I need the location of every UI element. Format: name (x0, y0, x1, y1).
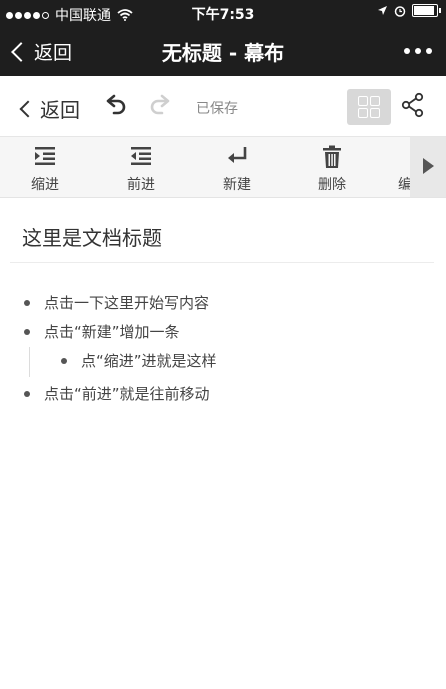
tool-label: 删除 (318, 177, 346, 193)
redo-icon[interactable] (146, 92, 174, 120)
bullet-icon (61, 357, 67, 364)
location-arrow-icon (378, 6, 387, 15)
edit-toolbar: 缩进 前进 新建 删除 编 (0, 137, 446, 198)
list-item[interactable]: 点击一下这里开始写内容 (24, 292, 209, 313)
list-item-text: 点击一下这里开始写内容 (44, 294, 210, 312)
back-button[interactable]: 返回 (18, 94, 80, 123)
tool-label: 缩进 (31, 177, 59, 193)
list-item[interactable]: 点击“新建”增加一条 (24, 321, 180, 342)
grid-icon (358, 96, 368, 106)
bullet-icon (24, 328, 30, 335)
list-item-nested[interactable]: 点“缩进”进就是这样 (61, 350, 217, 371)
more-options-button[interactable] (404, 48, 432, 54)
share-icon[interactable] (400, 92, 426, 118)
chevron-left-icon (19, 100, 37, 117)
app-toolbar: 返回 已保存 (0, 76, 446, 137)
undo-icon[interactable] (102, 92, 130, 120)
outdent-button[interactable]: 前进 (101, 137, 181, 197)
status-bar: 中国联通 下午7:53 (0, 0, 446, 26)
outdent-icon (131, 147, 151, 165)
battery-icon (412, 4, 441, 17)
delete-button[interactable]: 删除 (292, 137, 372, 197)
back-label: 返回 (40, 98, 80, 122)
tool-label: 新建 (223, 177, 251, 193)
bullet-icon (24, 390, 30, 397)
trash-icon (323, 145, 341, 168)
list-item-text: 点击“新建”增加一条 (44, 323, 180, 341)
new-line-icon (228, 147, 247, 163)
list-item-text: 点击“前进”就是往前移动 (44, 385, 210, 403)
bullet-icon (24, 299, 30, 306)
save-status: 已保存 (196, 101, 238, 117)
alarm-icon (394, 5, 406, 17)
view-mode-button[interactable] (347, 89, 391, 125)
list-item[interactable]: 点击“前进”就是往前移动 (24, 383, 210, 404)
tool-label: 前进 (127, 177, 155, 193)
indent-button[interactable]: 缩进 (5, 137, 85, 197)
nav-bar: 返回 无标题 - 幕布 (0, 26, 446, 76)
document-title[interactable]: 这里是文档标题 (22, 222, 162, 251)
new-line-button[interactable]: 新建 (197, 137, 277, 197)
indent-guide (29, 347, 30, 377)
page-title: 无标题 - 幕布 (161, 41, 285, 65)
more-icon (404, 48, 410, 54)
toolbar-scroll-button[interactable] (410, 137, 446, 197)
play-arrow-icon (423, 158, 434, 174)
list-item-text: 点“缩进”进就是这样 (81, 352, 217, 370)
indent-icon (35, 147, 55, 165)
divider (10, 262, 434, 263)
